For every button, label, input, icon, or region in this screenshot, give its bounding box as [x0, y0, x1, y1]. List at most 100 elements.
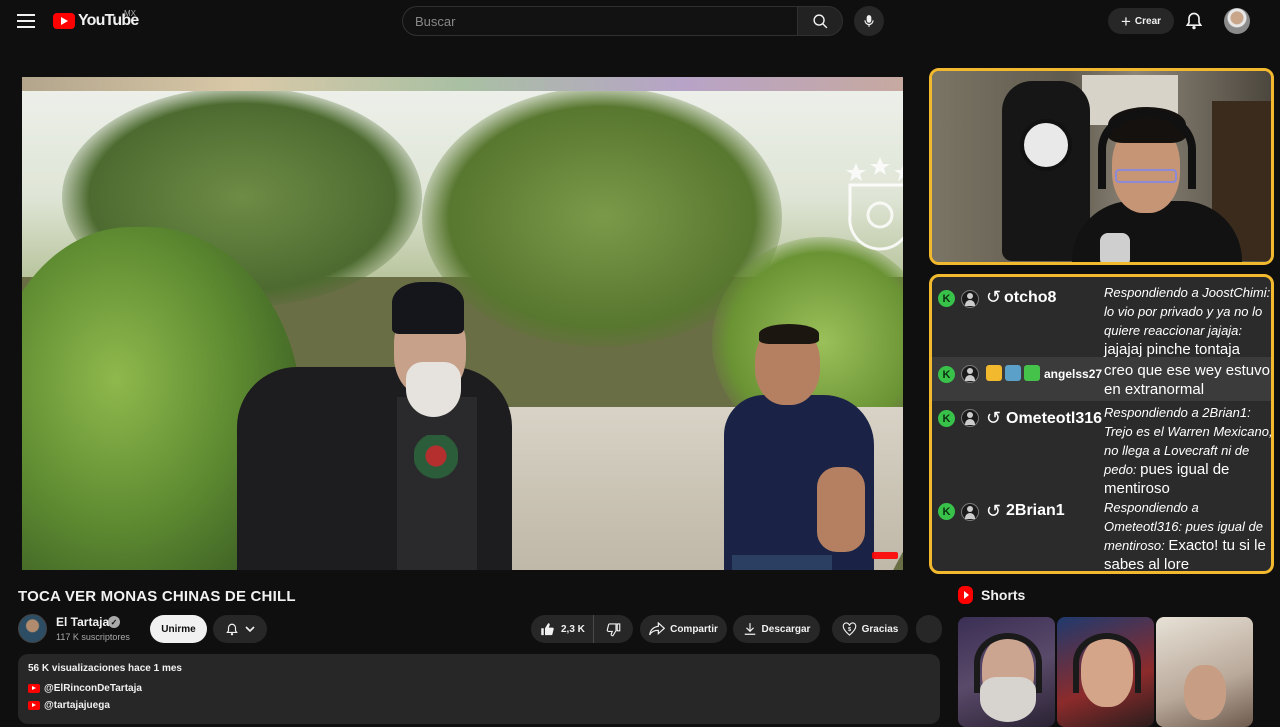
shorts-title: Shorts: [981, 587, 1026, 603]
chat-username: 2Brian1: [1006, 502, 1065, 519]
streamer-webcam: [929, 68, 1274, 265]
account-avatar[interactable]: [1224, 8, 1250, 34]
voice-search-button[interactable]: [854, 6, 884, 36]
user-avatar-icon: [961, 409, 979, 427]
short-thumbnail-face: [1184, 665, 1226, 720]
reply-icon: ↺: [986, 287, 1002, 307]
create-button[interactable]: + Crear: [1108, 8, 1174, 34]
download-button[interactable]: Descargar: [733, 615, 820, 643]
notifications-button[interactable]: [213, 615, 267, 643]
chat-username: Ometeotl316: [1006, 410, 1103, 427]
like-icon: [541, 622, 554, 635]
youtube-logo-icon: [53, 13, 75, 29]
chat-text: Respondiendo a JoostChimi: lo vio por pr…: [1104, 283, 1271, 359]
reply-icon: ↺: [986, 408, 1002, 428]
description-box[interactable]: 56 K visualizaciones hace 1 mes @ElRinco…: [18, 654, 940, 724]
video-frame-hair: [759, 324, 819, 344]
search-bar: [402, 6, 843, 36]
download-icon: [744, 623, 755, 635]
thanks-button[interactable]: $ Gracias: [832, 615, 908, 643]
channel-avatar[interactable]: [18, 614, 47, 643]
chat-message: K angelss27 creo que ese wey estuvo en e…: [932, 357, 1271, 401]
subscribe-watermark: [872, 552, 898, 559]
video-frame-beanie: [392, 282, 464, 334]
plus-icon: +: [1120, 11, 1131, 31]
chat-message-text: creo que ese wey estuvo en extranormal: [1104, 362, 1270, 398]
description-link[interactable]: @tartajajuega: [28, 700, 110, 711]
like-button[interactable]: 2,3 K: [531, 615, 594, 643]
reply-icon: ↺: [986, 501, 1002, 521]
like-dislike-group: 2,3 K: [531, 615, 633, 643]
more-actions-button[interactable]: [916, 615, 942, 643]
chat-username: angelss27: [1044, 367, 1103, 381]
video-frame-arm: [817, 467, 865, 552]
short-thumbnail-headphones: [1073, 633, 1141, 693]
menu-icon[interactable]: [16, 11, 36, 31]
crest-watermark: [846, 157, 903, 251]
short-thumbnail[interactable]: [958, 617, 1055, 727]
thanks-label: Gracias: [861, 623, 899, 635]
bell-icon[interactable]: [1184, 11, 1204, 31]
webcam-glasses: [1115, 169, 1177, 183]
chevron-down-icon: [245, 626, 255, 633]
join-button[interactable]: Unirme: [150, 615, 207, 643]
chat-text: creo que ese wey estuvo en extranormal: [1104, 361, 1271, 399]
chat-message: K ↺ Ometeotl316 Respondiendo a 2Brian1: …: [932, 403, 1271, 499]
chat-text: Respondiendo a Ometeotl316: pues igual d…: [1104, 498, 1271, 571]
gift-badge-icon: [1024, 365, 1040, 381]
youtube-icon: [28, 701, 40, 710]
description-link[interactable]: @ElRinconDeTartaja: [28, 683, 142, 694]
thanks-icon: $: [842, 621, 856, 636]
channel-link-label: @ElRinconDeTartaja: [44, 683, 142, 694]
country-code: MX: [124, 9, 136, 18]
download-label: Descargar: [761, 623, 811, 635]
webcam-chair: [1002, 81, 1090, 261]
video-frame-beard: [406, 362, 461, 417]
channel-badge-icon: K: [938, 366, 955, 383]
subscriber-count: 117 K suscriptores: [56, 632, 130, 642]
shorts-header: Shorts: [958, 586, 1025, 604]
shorts-icon: [958, 586, 973, 604]
channel-badge-icon: K: [938, 290, 955, 307]
chat-reply-quote: Respondiendo a JoostChimi: lo vio por pr…: [1104, 285, 1271, 338]
chat-text: Respondiendo a 2Brian1: Trejo es el Warr…: [1104, 403, 1271, 498]
bell-icon: [226, 623, 238, 635]
dislike-button[interactable]: [594, 622, 633, 637]
view-count-and-date: 56 K visualizaciones hace 1 mes: [28, 663, 182, 674]
chat-message: K ↺ 2Brian1 Respondiendo a Ometeotl316: …: [932, 497, 1271, 571]
video-frame-jeans: [732, 555, 832, 570]
video-title: TOCA VER MONAS CHINAS DE CHILL: [18, 588, 296, 605]
video-player[interactable]: [22, 77, 903, 570]
video-frame-shirt-graphic: [414, 435, 458, 495]
verified-icon: ✓: [108, 616, 120, 628]
sticker-badge-icon: [1005, 365, 1021, 381]
search-button[interactable]: [797, 6, 843, 36]
short-thumbnail-headphones: [974, 633, 1042, 693]
share-button[interactable]: Compartir: [640, 615, 727, 643]
user-avatar-icon: [961, 503, 979, 521]
channel-badge-icon: K: [938, 410, 955, 427]
short-thumbnail[interactable]: [1057, 617, 1154, 727]
channel-name[interactable]: El Tartaja: [56, 615, 109, 629]
chat-username: otcho8: [1004, 289, 1057, 306]
share-label: Compartir: [670, 623, 718, 635]
channel-link-label: @tartajajuega: [44, 700, 110, 711]
video-frame-top-bar: [22, 77, 903, 91]
user-avatar-icon: [961, 365, 979, 383]
share-icon: [649, 622, 666, 636]
search-icon: [812, 13, 827, 28]
channel-badge-icon: K: [938, 503, 955, 520]
stream-chat-overlay: K ↺ otcho8 Respondiendo a JoostChimi: lo…: [929, 274, 1274, 574]
like-count: 2,3 K: [561, 623, 585, 635]
chat-message: K ↺ otcho8 Respondiendo a JoostChimi: lo…: [932, 281, 1271, 359]
create-label: Crear: [1134, 15, 1162, 27]
crown-badge-icon: [986, 365, 1002, 381]
youtube-icon: [28, 684, 40, 693]
short-thumbnail[interactable]: [1156, 617, 1253, 727]
svg-text:$: $: [848, 626, 852, 632]
webcam-chair-logo: [1020, 119, 1072, 171]
search-input[interactable]: [402, 6, 797, 36]
chat-message-text: jajajaj pinche tontaja: [1104, 341, 1240, 358]
user-avatar-icon: [961, 290, 979, 308]
mic-icon: [864, 15, 874, 27]
